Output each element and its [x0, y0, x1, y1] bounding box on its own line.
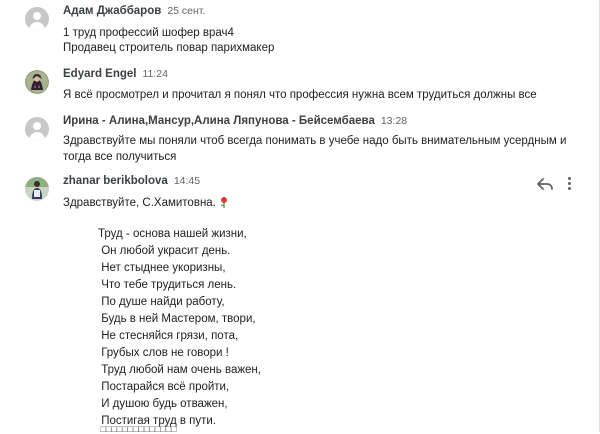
poem-line: Что тебе трудиться лень.	[98, 279, 237, 291]
rose-emoji-icon	[220, 197, 227, 208]
comment-text-line: Продавец строитель повар парихмакер	[63, 42, 275, 54]
comment-time[interactable]: 11:24	[143, 68, 169, 80]
comment-header: zhanar berikbolova 14:45	[63, 175, 200, 187]
comment-author[interactable]: Edyard Engel	[63, 68, 137, 80]
poem-line: Он любой украсит день.	[98, 245, 231, 257]
poem-line: Труд любой нам очень важен,	[98, 364, 261, 376]
comment-header: Адам Джаббаров 25 сент.	[63, 5, 205, 17]
poem-line: По душе найди работу,	[98, 296, 225, 308]
comment-greeting: Здравствуйте, С.Хамитовна.	[63, 195, 230, 212]
comment-author[interactable]: Адам Джаббаров	[63, 5, 161, 17]
avatar-body-shape	[29, 22, 45, 31]
greeting-text: Здравствуйте, С.Хамитовна.	[63, 197, 216, 209]
more-dot	[567, 177, 571, 180]
reply-icon[interactable]	[536, 176, 554, 192]
avatar[interactable]	[25, 177, 49, 201]
comment-text-line: Я всё просмотрел и прочитал я понял что …	[63, 89, 537, 101]
comment-time[interactable]: 13:28	[381, 115, 407, 127]
poem-line: Будь в ней Мастером, твори,	[98, 313, 256, 325]
avatar-body-shape	[29, 132, 45, 141]
avatar[interactable]	[25, 117, 49, 141]
comment-text-line: Здравствуйте мы поняли чтоб всегда поним…	[63, 135, 567, 147]
poem-line: И душою будь отважен,	[98, 398, 228, 410]
comment-text-line: тогда все получиться	[63, 151, 177, 163]
poem-line: Постарайся всё пройти,	[98, 381, 230, 393]
poem-line: Нет стыднее укоризны,	[98, 262, 226, 274]
comment-time[interactable]: 25 сент.	[167, 5, 205, 17]
comment-header: Ирина - Алина,Мансур,Алина Ляпунова - Бе…	[63, 115, 407, 127]
poem-line: Не стесняйся грязи, пота,	[98, 330, 239, 342]
comment-author[interactable]: zhanar berikbolova	[63, 175, 168, 187]
avatar[interactable]	[25, 70, 49, 94]
more-vert-icon[interactable]	[566, 176, 572, 192]
poem-line: Труд - основа нашей жизни,	[98, 228, 247, 240]
avatar-head-shape	[33, 122, 41, 130]
comment-author[interactable]: Ирина - Алина,Мансур,Алина Ляпунова - Бе…	[63, 115, 375, 127]
avatar-photo	[25, 70, 49, 94]
avatar-head-shape	[33, 12, 41, 20]
comment-header: Edyard Engel 11:24	[63, 68, 168, 80]
more-dot	[567, 182, 571, 185]
poem-line: □□□□□□□□□□□□□□	[98, 424, 177, 434]
poem-line: Грубых слов не говори !	[98, 347, 229, 359]
avatar-photo	[25, 177, 49, 201]
more-dot	[567, 187, 571, 190]
avatar[interactable]	[25, 7, 49, 31]
comment-time[interactable]: 14:45	[174, 175, 200, 187]
